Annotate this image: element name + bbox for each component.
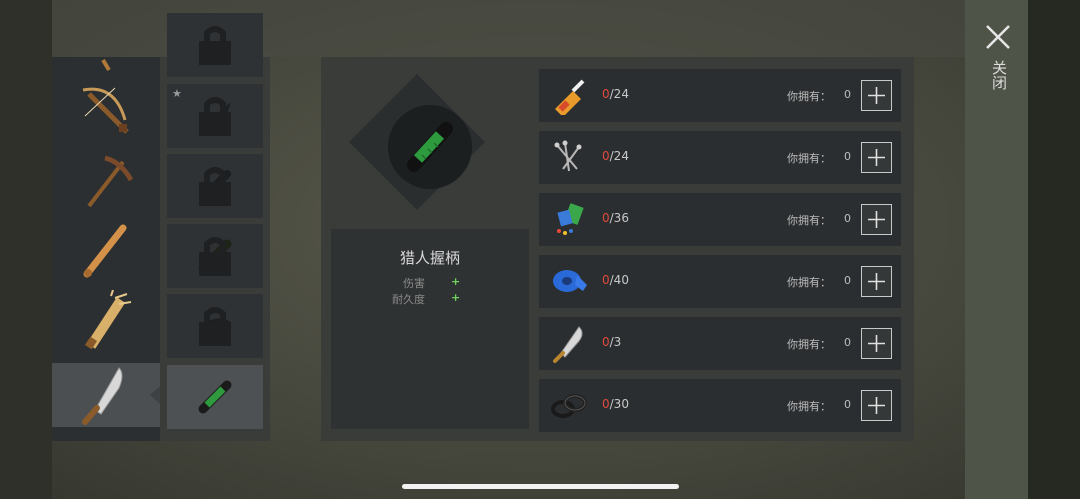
plus-icon <box>868 273 885 290</box>
material-count: 0/24 <box>602 149 629 163</box>
item-info-box: 猎人握柄 伤害 + 耐久度 + <box>331 229 529 429</box>
material-count: 0/3 <box>602 335 622 349</box>
spiked-plank-icon <box>84 290 132 350</box>
part-item-grip-silhouette[interactable] <box>167 154 263 218</box>
own-value: 0 <box>844 212 851 225</box>
plus-icon <box>868 211 885 228</box>
part-item-spike-blade[interactable]: ★ <box>167 84 263 148</box>
stat-damage: 伤害 + <box>331 275 529 290</box>
screen-edge-left <box>0 0 52 499</box>
partial-weapon-icon <box>101 58 111 72</box>
own-label: 你拥有： <box>787 400 831 413</box>
own-value: 0 <box>844 150 851 163</box>
material-count: 0/36 <box>602 211 629 225</box>
lock-icon <box>199 26 231 65</box>
stat-label: 伤害 <box>403 277 425 290</box>
materials-list: 0/24 你拥有： 0 0/24 你拥有： 0 0/36 你拥有： 0 0/40… <box>538 57 914 441</box>
material-count: 0/24 <box>602 87 629 101</box>
stat-durability: 耐久度 + <box>331 291 529 306</box>
own-value: 0 <box>844 274 851 287</box>
own-value: 0 <box>844 398 851 411</box>
cloth-scraps-icon <box>557 203 584 235</box>
add-material-button[interactable] <box>861 80 892 111</box>
rubber-rings-icon <box>551 394 587 418</box>
duct-tape-icon <box>553 270 587 292</box>
own-label: 你拥有： <box>787 338 831 351</box>
weapon-item-pickaxe[interactable] <box>52 149 160 213</box>
nails-icon <box>554 140 582 172</box>
stat-plus: + <box>451 275 461 288</box>
close-label[interactable]: 关闭 <box>989 60 1008 90</box>
baseball-bat-icon <box>83 224 127 278</box>
material-row: 0/40 你拥有： 0 <box>539 255 901 308</box>
screen-edge-right <box>1028 0 1080 499</box>
part-item-hand-guard[interactable] <box>167 294 263 358</box>
material-row: 0/36 你拥有： 0 <box>539 193 901 246</box>
material-row: 0/30 你拥有： 0 <box>539 379 901 432</box>
machete-blade-icon <box>553 326 583 363</box>
glue-icon <box>555 79 585 115</box>
lock-icon <box>199 167 231 206</box>
add-material-button[interactable] <box>861 328 892 359</box>
own-value: 0 <box>844 336 851 349</box>
add-material-button[interactable] <box>861 204 892 235</box>
selection-pointer <box>150 386 160 404</box>
own-value: 0 <box>844 88 851 101</box>
weapon-item-spiked-plank[interactable] <box>52 289 160 353</box>
lock-icon <box>199 307 231 346</box>
material-count: 0/40 <box>602 273 629 287</box>
lock-icon <box>199 97 231 136</box>
hunter-grip-icon <box>407 122 453 172</box>
plus-icon <box>868 397 885 414</box>
own-label: 你拥有： <box>787 90 831 103</box>
hunter-grip-icon <box>198 380 232 414</box>
add-material-button[interactable] <box>861 390 892 421</box>
plus-icon <box>868 335 885 352</box>
material-count: 0/30 <box>602 397 629 411</box>
own-label: 你拥有： <box>787 152 831 165</box>
item-detail-panel: 猎人握柄 伤害 + 耐久度 + <box>321 57 538 441</box>
crafting-screen: ★ 猎人握柄 伤害 + 耐久度 + 0/24 你拥有： 0 0/24 你拥有： … <box>0 0 1080 499</box>
own-label: 你拥有： <box>787 276 831 289</box>
crossbow-icon <box>82 87 129 134</box>
home-indicator[interactable] <box>402 484 679 489</box>
lock-icon <box>199 237 231 276</box>
add-material-button[interactable] <box>861 266 892 297</box>
part-list: ★ <box>160 13 270 441</box>
close-button[interactable] <box>983 22 1013 52</box>
own-label: 你拥有： <box>787 214 831 227</box>
add-material-button[interactable] <box>861 142 892 173</box>
material-row: 0/24 你拥有： 0 <box>539 69 901 122</box>
machete-icon <box>82 367 123 425</box>
weapon-item-crossbow[interactable] <box>52 79 160 143</box>
item-preview <box>388 105 472 189</box>
stat-plus: + <box>451 291 461 304</box>
close-icon <box>986 25 1010 49</box>
plus-icon <box>868 149 885 166</box>
material-row: 0/24 你拥有： 0 <box>539 131 901 184</box>
weapon-list <box>52 57 160 441</box>
star-icon: ★ <box>172 87 182 100</box>
weapon-item-machete[interactable] <box>52 363 160 427</box>
weapon-item-baseball-bat[interactable] <box>52 219 160 283</box>
pickaxe-icon <box>87 155 134 208</box>
item-name: 猎人握柄 <box>399 249 460 267</box>
part-item-wrapped-grip[interactable] <box>167 224 263 288</box>
stat-label: 耐久度 <box>392 293 425 306</box>
part-item-hunter-grip[interactable] <box>167 365 263 429</box>
part-item-partial[interactable] <box>167 13 263 77</box>
weapon-item-partial[interactable] <box>52 13 160 77</box>
plus-icon <box>868 87 885 104</box>
material-row: 0/3 你拥有： 0 <box>539 317 901 370</box>
